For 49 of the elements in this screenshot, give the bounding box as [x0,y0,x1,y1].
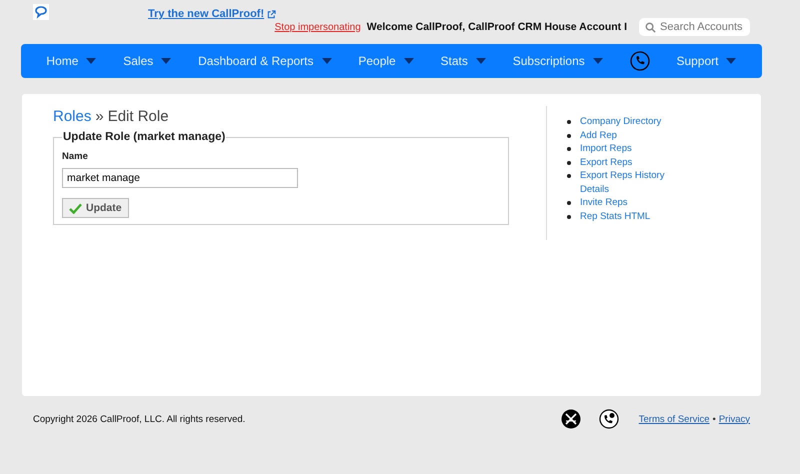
update-button[interactable]: Update [62,198,129,218]
sidebar-link[interactable]: Export Reps [580,156,670,169]
bullet-icon [567,120,571,124]
caret-icon [86,58,96,64]
welcome-text: Welcome CallProof, CallProof CRM House Account I [366,21,627,33]
sidebar-link[interactable]: Export Reps History Details [580,169,670,196]
caret-icon [476,58,486,64]
terms-link[interactable]: Terms of Service [638,414,710,424]
nav-menu-item[interactable]: Dashboard & Reports [198,54,332,68]
privacy-link[interactable]: Privacy [718,414,750,424]
copyright-text: Copyright 2026 CallProof, LLC. All rights reserved. [33,414,246,424]
bullet-icon [567,160,571,164]
phone-icon[interactable] [598,409,619,429]
search-field[interactable]: Search Accounts [639,18,750,36]
caret-icon [404,58,414,64]
search-icon [645,22,656,32]
link-separator: • [712,414,716,424]
crossed-tools-icon[interactable] [560,409,581,429]
caret-icon [322,58,332,64]
breadcrumb-link[interactable]: Roles [53,108,92,125]
nav-menu-item[interactable]: Sales [123,54,172,68]
chat-bubble-icon[interactable] [33,4,49,20]
sidebar-link[interactable]: Import Reps [580,142,670,156]
caret-icon [161,58,172,64]
sidebar-link[interactable]: Add Rep [580,128,670,142]
checkmark-icon [69,202,82,214]
name-input[interactable]: market manage [62,168,298,188]
stop-impersonating-link[interactable]: Stop impersonating [274,22,361,32]
breadcrumb-separator: » [95,108,104,125]
bullet-icon [567,147,571,151]
nav-menu-item[interactable]: Support [676,54,736,68]
caret-icon [592,58,603,64]
bullet-icon [567,214,571,218]
nav-menu-item[interactable]: Stats [440,54,486,68]
external-link-icon [267,10,276,18]
sidebar-link[interactable]: Rep Stats HTML [580,210,670,223]
fieldset-legend: Update Role (market manage) [62,131,226,143]
sidebar-link[interactable]: Invite Reps [580,196,670,210]
nav-menu-item[interactable]: Home [46,54,96,68]
nav-menu-item[interactable]: Subscriptions [512,54,603,68]
bullet-icon [567,134,571,138]
nav-menu-item[interactable]: People [358,54,414,68]
bullet-icon [567,201,571,205]
caret-icon [726,58,736,64]
bullet-icon [567,174,571,178]
page-title: Edit Role [108,108,169,125]
sidebar-link[interactable]: Company Directory [580,115,670,128]
field-label: Name [62,151,89,162]
promo-link[interactable]: Try the new CallProof! [148,8,276,20]
